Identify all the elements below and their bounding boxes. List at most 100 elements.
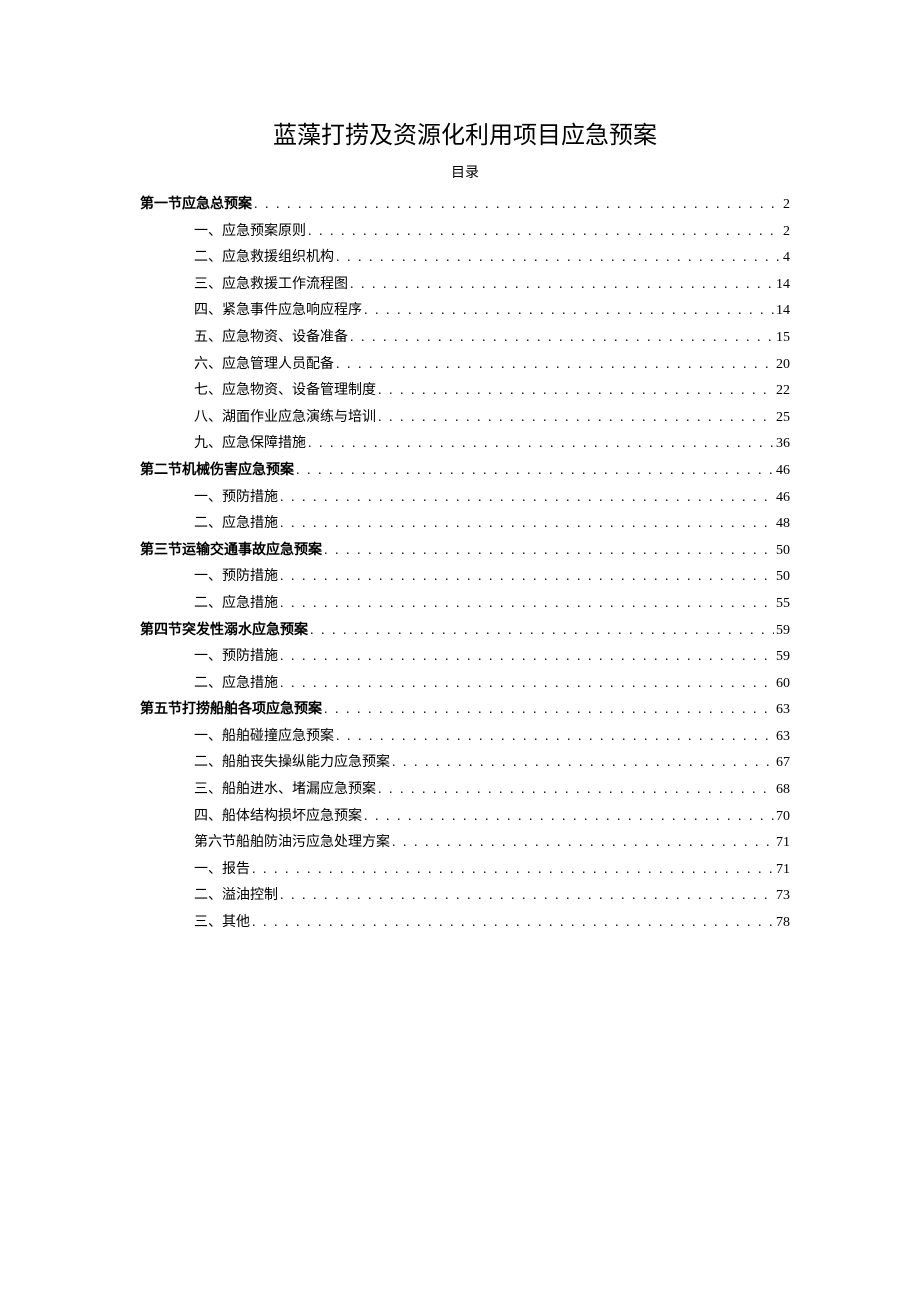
toc-entry-page: 48 (774, 511, 790, 538)
toc-entry-page: 2 (781, 192, 790, 219)
toc-entry-text: 四、船体结构损坏应急预案 (194, 804, 362, 831)
toc-leader-dots (308, 618, 774, 645)
toc-leader-dots (306, 219, 781, 246)
toc-leader-dots (278, 485, 774, 512)
toc-entry: 五、应急物资、设备准备 15 (140, 325, 790, 352)
toc-entry-text: 八、湖面作业应急演练与培训 (194, 405, 376, 432)
toc-leader-dots (250, 857, 774, 884)
toc-entry: 第三节运输交通事故应急预案 50 (140, 538, 790, 565)
toc-entry: 九、应急保障措施 36 (140, 431, 790, 458)
toc-entry-text: 七、应急物资、设备管理制度 (194, 378, 376, 405)
toc-entry-text: 一、预防措施 (194, 644, 278, 671)
toc-entry-page: 71 (774, 857, 790, 884)
toc-leader-dots (278, 564, 774, 591)
toc-entry-page: 46 (774, 485, 790, 512)
toc-entry-page: 46 (774, 458, 790, 485)
toc-entry-page: 14 (774, 272, 790, 299)
toc-entry-text: 三、其他 (194, 910, 250, 937)
toc-entry-page: 36 (774, 431, 790, 458)
toc-entry: 第六节船舶防油污应急处理方案 71 (140, 830, 790, 857)
toc-entry: 六、应急管理人员配备 20 (140, 352, 790, 379)
toc-leader-dots (278, 644, 774, 671)
toc-entry-text: 第六节船舶防油污应急处理方案 (194, 830, 390, 857)
toc-entry-page: 14 (774, 298, 790, 325)
toc-leader-dots (376, 777, 774, 804)
toc-entry-page: 50 (774, 564, 790, 591)
toc-entry: 三、船舶进水、堵漏应急预案68 (140, 777, 790, 804)
toc-entry: 一、预防措施46 (140, 485, 790, 512)
toc-leader-dots (278, 883, 774, 910)
toc-leader-dots (348, 325, 774, 352)
toc-entry-page: 50 (774, 538, 790, 565)
toc-leader-dots (250, 910, 774, 937)
toc-leader-dots (278, 671, 774, 698)
toc-leader-dots (278, 591, 774, 618)
toc-entry-page: 67 (774, 750, 790, 777)
toc-entry: 二、应急措施 60 (140, 671, 790, 698)
toc-entry-page: 63 (774, 724, 790, 751)
toc-entry-text: 二、应急措施 (194, 591, 278, 618)
toc-entry-text: 一、应急预案原则 (194, 219, 306, 246)
toc-entry: 二、应急措施 48 (140, 511, 790, 538)
toc-entry: 三、其他78 (140, 910, 790, 937)
toc-entry-page: 73 (774, 883, 790, 910)
toc-leader-dots (376, 378, 774, 405)
toc-entry-text: 二、应急措施 (194, 671, 278, 698)
toc-entry-text: 一、报告 (194, 857, 250, 884)
toc-entry: 一、预防措施 50 (140, 564, 790, 591)
toc-entry-page: 71 (774, 830, 790, 857)
toc-entry: 七、应急物资、设备管理制度 22 (140, 378, 790, 405)
toc-entry-page: 4 (781, 245, 790, 272)
toc-entry-text: 五、应急物资、设备准备 (194, 325, 348, 352)
toc-entry: 二、应急措施 55 (140, 591, 790, 618)
toc-entry-text: 一、预防措施 (194, 564, 278, 591)
toc-entry-page: 55 (774, 591, 790, 618)
toc-leader-dots (376, 405, 774, 432)
toc-leader-dots (348, 272, 774, 299)
toc-entry-page: 20 (774, 352, 790, 379)
toc-entry-page: 63 (774, 697, 790, 724)
toc-entry: 第一节应急总预案2 (140, 192, 790, 219)
toc-entry-text: 第四节突发性溺水应急预案 (140, 618, 308, 645)
toc-entry-text: 二、应急措施 (194, 511, 278, 538)
document-title: 蓝藻打捞及资源化利用项目应急预案 (140, 115, 790, 150)
toc-entry: 四、船体结构损坏应急预案70 (140, 804, 790, 831)
toc-entry: 二、应急救援组织机构4 (140, 245, 790, 272)
toc-entry-page: 2 (781, 219, 790, 246)
toc-entry-text: 第三节运输交通事故应急预案 (140, 538, 322, 565)
toc-entry: 四、紧急事件应急响应程序14 (140, 298, 790, 325)
toc-leader-dots (334, 245, 781, 272)
toc-entry: 第五节打捞船舶各项应急预案 63 (140, 697, 790, 724)
toc-leader-dots (252, 192, 781, 219)
toc-entry-page: 25 (774, 405, 790, 432)
toc-leader-dots (334, 724, 774, 751)
toc-entry: 三、应急救援工作流程图 14 (140, 272, 790, 299)
toc-entry: 第四节突发性溺水应急预案 59 (140, 618, 790, 645)
toc-entry-text: 六、应急管理人员配备 (194, 352, 334, 379)
toc-entry: 一、应急预案原则 2 (140, 219, 790, 246)
toc-leader-dots (278, 511, 774, 538)
toc-entry: 一、预防措施 59 (140, 644, 790, 671)
toc-leader-dots (322, 538, 774, 565)
toc-entry: 二、溢油控制 73 (140, 883, 790, 910)
toc-entry: 第二节机械伤害应急预案46 (140, 458, 790, 485)
toc-entry: 一、船舶碰撞应急预案63 (140, 724, 790, 751)
toc-leader-dots (306, 431, 774, 458)
toc-entry-page: 59 (774, 618, 790, 645)
toc-entry-page: 15 (774, 325, 790, 352)
toc-entry-page: 68 (774, 777, 790, 804)
toc-entry-text: 第五节打捞船舶各项应急预案 (140, 697, 322, 724)
toc-entry-text: 九、应急保障措施 (194, 431, 306, 458)
toc-entry-text: 二、船舶丧失操纵能力应急预案 (194, 750, 390, 777)
toc-entry: 八、湖面作业应急演练与培训 25 (140, 405, 790, 432)
toc-entry-page: 59 (774, 644, 790, 671)
toc-entry-page: 60 (774, 671, 790, 698)
table-of-contents: 第一节应急总预案2一、应急预案原则2二、应急救援组织机构4三、应急救援工作流程图… (140, 192, 790, 937)
toc-leader-dots (334, 352, 774, 379)
toc-entry-text: 二、溢油控制 (194, 883, 278, 910)
toc-entry: 一、报告 71 (140, 857, 790, 884)
toc-entry-page: 22 (774, 378, 790, 405)
toc-leader-dots (362, 298, 774, 325)
toc-entry-text: 三、应急救援工作流程图 (194, 272, 348, 299)
toc-leader-dots (390, 830, 774, 857)
